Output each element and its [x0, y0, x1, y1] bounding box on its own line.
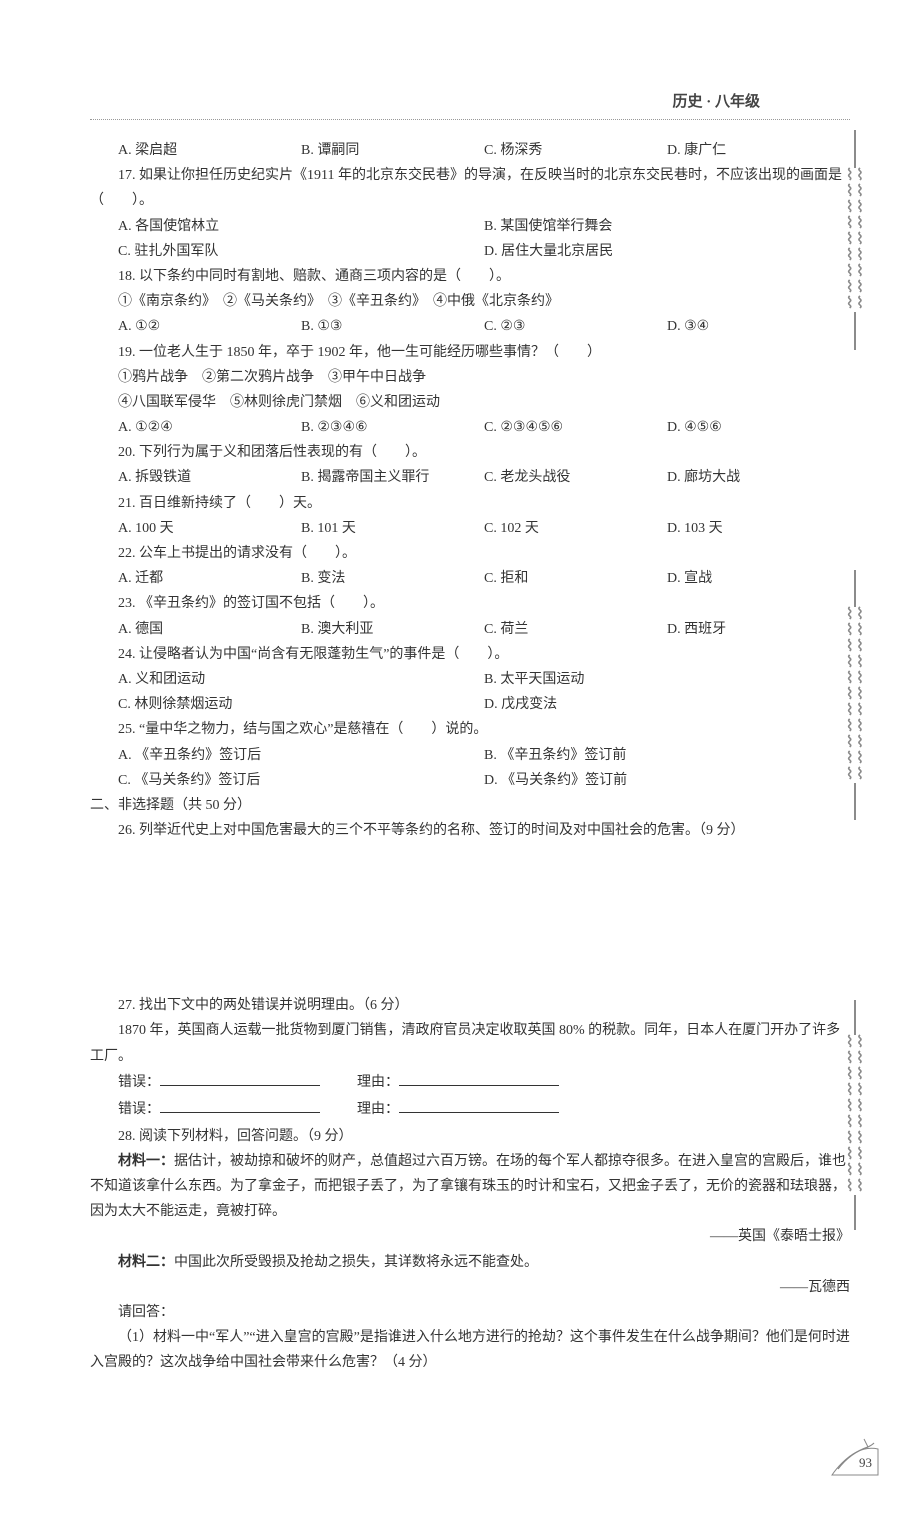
q28-answer-area [90, 1375, 850, 1485]
q27-stem: 27. 找出下文中的两处错误并说明理由。（6 分） [90, 993, 850, 1018]
q19-option-a: A. ①②④ [118, 415, 301, 440]
q21-option-a: A. 100 天 [118, 516, 301, 541]
q18-option-b: B. ①③ [301, 314, 484, 339]
q28-material-2: 材料二：中国此次所受毁损及抢劫之损失，其详数将永远不能查处。 [90, 1250, 850, 1275]
q24-option-c: C. 林则徐禁烟运动 [118, 692, 484, 717]
q21-option-d: D. 103 天 [667, 516, 850, 541]
q22-option-b: B. 变法 [301, 566, 484, 591]
q18-stem: 18. 以下条约中同时有割地、赔款、通商三项内容的是（ ）。 [90, 264, 850, 289]
q26-answer-area [90, 843, 850, 993]
q19-stem: 19. 一位老人生于 1850 年，卒于 1902 年，他一生可能经历哪些事情？… [90, 340, 850, 365]
q25-option-a: A. 《辛丑条约》签订后 [118, 743, 484, 768]
q28-m2-label: 材料二： [118, 1255, 174, 1270]
q25-options: A. 《辛丑条约》签订后 B. 《辛丑条约》签订前 C. 《马关条约》签订后 D… [90, 743, 850, 793]
q18-option-d: D. ③④ [667, 314, 850, 339]
q25-option-b: B. 《辛丑条约》签订前 [484, 743, 850, 768]
q21-stem: 21. 百日维新持续了（ ）天。 [90, 491, 850, 516]
q27-reason-blank-2[interactable] [399, 1096, 559, 1113]
q16-options: A. 梁启超 B. 谭嗣同 C. 杨深秀 D. 康广仁 [90, 138, 850, 163]
q25-option-d: D. 《马关条约》签订前 [484, 768, 850, 793]
q16-option-d: D. 康广仁 [667, 138, 850, 163]
q20-stem: 20. 下列行为属于义和团落后性表现的有（ ）。 [90, 440, 850, 465]
q17-option-d: D. 居住大量北京居民 [484, 239, 850, 264]
q27-error-line-1: 错误： 理由： [90, 1069, 850, 1096]
q19-options: A. ①②④ B. ②③④⑥ C. ②③④⑤⑥ D. ④⑤⑥ [90, 415, 850, 440]
q16-option-b: B. 谭嗣同 [301, 138, 484, 163]
q24-options: A. 义和团运动 B. 太平天国运动 C. 林则徐禁烟运动 D. 戊戌变法 [90, 667, 850, 717]
q28-m2-text: 中国此次所受毁损及抢劫之损失，其详数将永远不能查处。 [174, 1255, 538, 1270]
q28-stem: 28. 阅读下列材料，回答问题。（9 分） [90, 1124, 850, 1149]
q16-option-a: A. 梁启超 [118, 138, 301, 163]
q28-m2-source: ——瓦德西 [90, 1275, 850, 1300]
page-number: 93 [859, 1455, 872, 1471]
q27-error-label-2: 错误： [118, 1102, 160, 1117]
q27-reason-label-2: 理由： [357, 1102, 399, 1117]
q20-option-c: C. 老龙头战役 [484, 465, 667, 490]
q27-error-line-2: 错误： 理由： [90, 1096, 850, 1123]
q20-options: A. 拆毁铁道 B. 揭露帝国主义罪行 C. 老龙头战役 D. 廊坊大战 [90, 465, 850, 490]
q17-stem: 17. 如果让你担任历史纪实片《1911 年的北京东交民巷》的导演，在反映当时的… [90, 163, 850, 213]
q23-option-a: A. 德国 [118, 617, 301, 642]
q28-m1-text: 据估计，被劫掠和破坏的财产，总值超过六百万镑。在场的每个军人都掠夺很多。在进入皇… [90, 1154, 846, 1219]
q17-options: A. 各国使馆林立 B. 某国使馆举行舞会 C. 驻扎外国军队 D. 居住大量北… [90, 214, 850, 264]
q27-reason-blank-1[interactable] [399, 1069, 559, 1086]
q26-stem: 26. 列举近代史上对中国危害最大的三个不平等条约的名称、签订的时间及对中国社会… [90, 818, 850, 843]
q27-error-blank-1[interactable] [160, 1069, 320, 1086]
q25-stem: 25. “量中华之物力，结与国之欢心”是慈禧在（ ）说的。 [90, 717, 850, 742]
q20-option-d: D. 廊坊大战 [667, 465, 850, 490]
q19-option-c: C. ②③④⑤⑥ [484, 415, 667, 440]
q22-option-a: A. 迁都 [118, 566, 301, 591]
q28-material-1: 材料一：据估计，被劫掠和破坏的财产，总值超过六百万镑。在场的每个军人都掠夺很多。… [90, 1149, 850, 1225]
q27-error-blank-2[interactable] [160, 1096, 320, 1113]
q28-m1-source: ——英国《泰晤士报》 [90, 1224, 850, 1249]
q22-option-d: D. 宣战 [667, 566, 850, 591]
binding-decoration: ⌇⌇⌇⌇⌇⌇⌇⌇⌇⌇⌇⌇⌇⌇⌇⌇⌇⌇⌇⌇⌇⌇ [842, 570, 868, 820]
q23-stem: 23. 《辛丑条约》的签订国不包括（ ）。 [90, 591, 850, 616]
page-number-ornament: 93 [830, 1435, 880, 1477]
q21-option-c: C. 102 天 [484, 516, 667, 541]
q17-option-b: B. 某国使馆举行舞会 [484, 214, 850, 239]
q18-option-a: A. ①② [118, 314, 301, 339]
q24-option-b: B. 太平天国运动 [484, 667, 850, 692]
section-2-heading: 二、非选择题（共 50 分） [90, 793, 850, 818]
q23-option-d: D. 西班牙 [667, 617, 850, 642]
q21-option-b: B. 101 天 [301, 516, 484, 541]
q28-sub1: （1）材料一中“军人”“进入皇宫的宫殿”是指谁进入什么地方进行的抢劫？这个事件发… [90, 1325, 850, 1375]
q22-option-c: C. 拒和 [484, 566, 667, 591]
q22-options: A. 迁都 B. 变法 C. 拒和 D. 宣战 [90, 566, 850, 591]
q28-m1-label: 材料一： [118, 1154, 174, 1169]
q27-reason-label-1: 理由： [357, 1075, 399, 1090]
q21-options: A. 100 天 B. 101 天 C. 102 天 D. 103 天 [90, 516, 850, 541]
q18-option-c: C. ②③ [484, 314, 667, 339]
q17-option-c: C. 驻扎外国军队 [118, 239, 484, 264]
q19-option-b: B. ②③④⑥ [301, 415, 484, 440]
q27-error-label-1: 错误： [118, 1075, 160, 1090]
q18-options: A. ①② B. ①③ C. ②③ D. ③④ [90, 314, 850, 339]
q24-stem: 24. 让侵略者认为中国“尚含有无限蓬勃生气”的事件是（ ）。 [90, 642, 850, 667]
q27-passage: 1870 年，英国商人运载一批货物到厦门销售，清政府官员决定收取英国 80% 的… [90, 1018, 850, 1068]
q19-items-2: ④八国联军侵华 ⑤林则徐虎门禁烟 ⑥义和团运动 [90, 390, 850, 415]
binding-decoration: ⌇⌇⌇⌇⌇⌇⌇⌇⌇⌇⌇⌇⌇⌇⌇⌇⌇⌇ [842, 130, 868, 350]
q19-items-1: ①鸦片战争 ②第二次鸦片战争 ③甲午中日战争 [90, 365, 850, 390]
q23-option-b: B. 澳大利亚 [301, 617, 484, 642]
q19-option-d: D. ④⑤⑥ [667, 415, 850, 440]
q22-stem: 22. 公车上书提出的请求没有（ ）。 [90, 541, 850, 566]
q16-option-c: C. 杨深秀 [484, 138, 667, 163]
q17-option-a: A. 各国使馆林立 [118, 214, 484, 239]
header-divider [90, 119, 850, 120]
q24-option-a: A. 义和团运动 [118, 667, 484, 692]
q23-option-c: C. 荷兰 [484, 617, 667, 642]
q24-option-d: D. 戊戌变法 [484, 692, 850, 717]
q25-option-c: C. 《马关条约》签订后 [118, 768, 484, 793]
q28-answer-heading: 请回答： [90, 1300, 850, 1325]
q20-option-a: A. 拆毁铁道 [118, 465, 301, 490]
page-header: 历史 · 八年级 [90, 90, 850, 111]
q20-option-b: B. 揭露帝国主义罪行 [301, 465, 484, 490]
binding-decoration: ⌇⌇⌇⌇⌇⌇⌇⌇⌇⌇⌇⌇⌇⌇⌇⌇⌇⌇⌇⌇ [842, 1000, 868, 1230]
q18-items: ①《南京条约》 ②《马关条约》 ③《辛丑条约》 ④中俄《北京条约》 [90, 289, 850, 314]
q23-options: A. 德国 B. 澳大利亚 C. 荷兰 D. 西班牙 [90, 617, 850, 642]
